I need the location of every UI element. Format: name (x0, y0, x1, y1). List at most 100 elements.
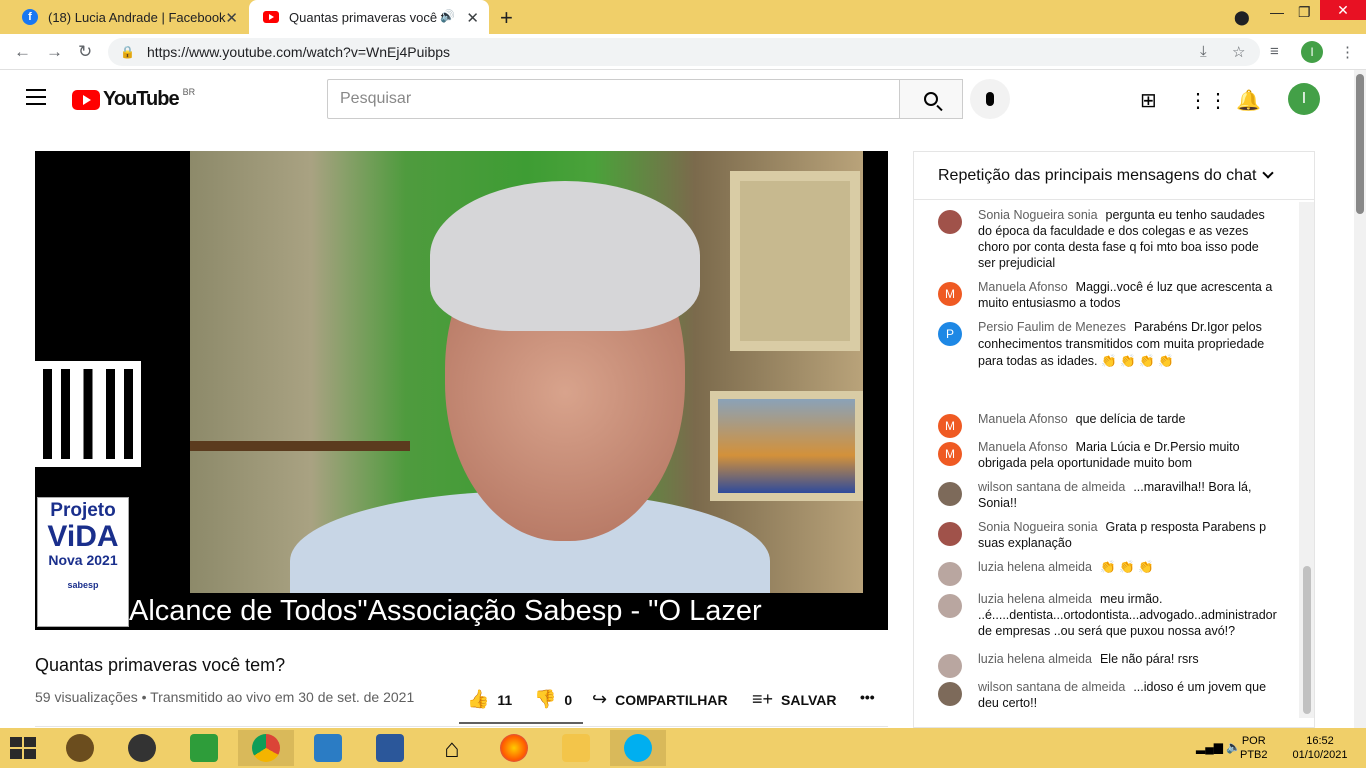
taskbar-explorer[interactable] (548, 730, 604, 766)
search-button[interactable] (899, 79, 963, 119)
author-avatar[interactable] (938, 562, 962, 586)
create-video-icon[interactable]: ⊞ (1140, 88, 1157, 113)
reload-icon[interactable]: ↻ (78, 42, 92, 62)
bookmark-star-icon[interactable]: ☆ (1232, 43, 1245, 61)
tab-youtube[interactable]: Quantas primaveras você tem 🔊 ✕ (249, 0, 489, 34)
chat-message: luzia helena almeida Ele não pára! rsrs (938, 651, 1278, 678)
speaker-icon[interactable]: 🔊 (440, 9, 455, 23)
close-icon[interactable]: ✕ (225, 9, 238, 27)
youtube-play-icon (72, 89, 100, 110)
window-close-button[interactable]: ✕ (1320, 0, 1366, 20)
mic-icon (986, 92, 994, 106)
browser-profile-avatar[interactable]: I (1301, 41, 1323, 63)
logo-text: YouTube (103, 88, 180, 110)
chat-scrollbar[interactable] (1299, 202, 1314, 718)
share-button[interactable]: ↪ COMPARTILHAR (592, 689, 728, 710)
restore-button[interactable]: ❐ (1298, 4, 1311, 21)
url-text: https://www.youtube.com/watch?v=WnEj4Pui… (146, 44, 451, 60)
language-indicator[interactable]: POR PTB2 (1240, 734, 1268, 762)
chat-message: wilson santana de almeida ...idoso é um j… (938, 679, 1278, 711)
save-button[interactable]: ≡+ SALVAR (752, 689, 837, 710)
youtube-icon (263, 11, 279, 23)
signal-icon: ▂▄▆ (1196, 740, 1223, 754)
firefox-icon (500, 734, 528, 762)
chat-message: P Persio Faulim de Menezes Parabéns Dr.Ig… (938, 319, 1278, 370)
tab-title: Quantas primaveras você tem (289, 9, 444, 25)
taskbar-app-1[interactable] (52, 730, 108, 766)
app-icon (66, 734, 94, 762)
author-avatar[interactable] (938, 654, 962, 678)
more-actions-button[interactable]: ••• (860, 689, 875, 705)
chat-mode-dropdown[interactable]: Repetição das principais mensagens do ch… (914, 152, 1314, 200)
chat-message: wilson santana de almeida ...maravilha!! … (938, 479, 1278, 511)
author-avatar[interactable] (938, 482, 962, 506)
new-tab-button[interactable]: + (500, 5, 513, 31)
taskbar-skype[interactable] (610, 730, 666, 766)
home-icon: ⌂ (444, 732, 460, 763)
notifications-bell-icon[interactable]: 🔔 (1236, 88, 1261, 113)
video-title: Quantas primaveras você tem? (35, 655, 286, 675)
qr-code (35, 361, 141, 467)
taskbar-photos[interactable] (300, 730, 356, 766)
apps-grid-icon[interactable]: ⋮⋮ (1188, 88, 1228, 113)
chat-message: Sonia Nogueira sonia pergunta eu tenho sa… (938, 207, 1278, 271)
youtube-logo[interactable]: YouTube BR (72, 86, 196, 111)
video-player[interactable]: Projeto ViDA Nova 2021 sabesp Alcance de… (35, 151, 888, 630)
tab-search-icon[interactable]: ⬤ (1234, 9, 1250, 26)
voice-search-button[interactable] (970, 79, 1010, 119)
chrome-icon (252, 734, 280, 762)
close-icon[interactable]: ✕ (466, 9, 479, 27)
video-frame-image (190, 151, 863, 630)
chat-message: luzia helena almeida meu irmão. ..é.....d… (938, 591, 1278, 639)
browser-tab-bar: f (18) Lucia Andrade | Facebook ✕ Quanta… (0, 0, 1366, 34)
taskbar-word[interactable] (362, 730, 418, 766)
author-avatar[interactable] (938, 594, 962, 618)
chat-message: M Manuela Afonso Maria Lúcia e Dr.Persio … (938, 439, 1278, 471)
install-icon[interactable]: ⤓ (1200, 43, 1207, 60)
hamburger-menu-icon[interactable] (26, 89, 46, 105)
dislike-button[interactable]: 👎 0 (534, 689, 572, 710)
author-avatar[interactable]: M (938, 442, 962, 466)
minimize-button[interactable]: — (1270, 4, 1284, 20)
taskbar-speaker-app[interactable] (114, 730, 170, 766)
taskbar-firefox[interactable] (486, 730, 542, 766)
reading-list-icon[interactable]: ≡ (1270, 43, 1279, 60)
author-avatar[interactable] (938, 682, 962, 706)
word-icon (376, 734, 404, 762)
chevron-down-icon (1262, 167, 1275, 179)
taskbar-home[interactable]: ⌂ (424, 730, 480, 766)
avatar[interactable]: I (1288, 83, 1320, 115)
taskbar-chrome[interactable] (238, 730, 294, 766)
search-input[interactable] (327, 79, 900, 119)
start-button[interactable] (10, 737, 36, 759)
author-avatar[interactable]: M (938, 282, 962, 306)
page-scrollbar[interactable] (1354, 70, 1366, 728)
system-tray[interactable]: ▂▄▆ 🔈 (1196, 740, 1241, 754)
facebook-icon: f (22, 9, 38, 25)
like-button[interactable]: 👍 11 (467, 689, 512, 710)
url-field[interactable]: 🔒 https://www.youtube.com/watch?v=WnEj4P… (108, 38, 1260, 66)
divider (35, 726, 888, 727)
address-bar: ← → ↻ 🔒 https://www.youtube.com/watch?v=… (0, 34, 1366, 70)
country-code: BR (182, 86, 196, 97)
tab-facebook[interactable]: f (18) Lucia Andrade | Facebook ✕ (8, 0, 248, 34)
video-stats: 59 visualizações • Transmitido ao vivo e… (35, 689, 415, 705)
author-avatar[interactable] (938, 522, 962, 546)
thumbs-down-icon: 👎 (534, 689, 557, 709)
taskbar-store[interactable] (176, 730, 232, 766)
author-avatar[interactable] (938, 210, 962, 234)
photos-icon (314, 734, 342, 762)
chat-message: M Manuela Afonso Maggi..você é luz que ac… (938, 279, 1278, 311)
chat-replay-panel: Repetição das principais mensagens do ch… (913, 151, 1315, 728)
chat-message: luzia helena almeida 👏 👏 👏 (938, 559, 1278, 586)
author-avatar[interactable]: M (938, 414, 962, 438)
back-icon[interactable]: ← (14, 42, 31, 62)
projeto-vida-logo: Projeto ViDA Nova 2021 sabesp (37, 497, 129, 627)
system-clock[interactable]: 16:52 01/10/2021 (1280, 734, 1360, 762)
forward-icon[interactable]: → (46, 42, 63, 62)
store-icon (190, 734, 218, 762)
menu-kebab-icon[interactable]: ⋮ (1340, 43, 1355, 61)
lock-icon: 🔒 (120, 45, 135, 59)
author-avatar[interactable]: P (938, 322, 962, 346)
like-ratio-bar (459, 722, 583, 724)
